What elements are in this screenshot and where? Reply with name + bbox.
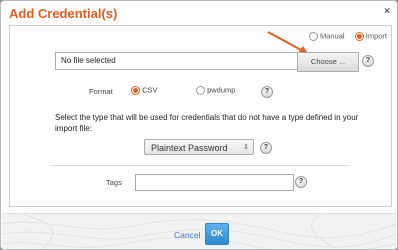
csv-label: CSV bbox=[142, 85, 158, 95]
credential-type-select[interactable]: Plaintext Password ⇕ bbox=[144, 139, 254, 155]
type-help-icon[interactable]: ? bbox=[260, 142, 272, 154]
cancel-button[interactable]: Cancel bbox=[174, 230, 200, 240]
credential-type-value: Plaintext Password bbox=[151, 143, 228, 153]
credential-type-description: Select the type that will be used for cr… bbox=[55, 113, 359, 133]
file-help-icon[interactable]: ? bbox=[362, 55, 374, 67]
tags-help-icon[interactable]: ? bbox=[295, 176, 307, 188]
tags-label: Tags bbox=[106, 178, 122, 187]
format-option-csv[interactable]: CSV bbox=[131, 85, 158, 95]
format-help-icon[interactable]: ? bbox=[261, 86, 273, 98]
select-caret-icon: ⇕ bbox=[243, 144, 249, 151]
import-label: Import bbox=[365, 31, 387, 41]
dialog-title: Add Credential(s) bbox=[9, 6, 118, 21]
ok-button[interactable]: OK bbox=[205, 223, 229, 245]
tags-input[interactable] bbox=[135, 174, 294, 191]
add-credentials-dialog: Add Credential(s) × Manual Import No fil… bbox=[0, 0, 398, 250]
choose-file-button[interactable]: Choose ... bbox=[297, 52, 359, 72]
format-label: Format bbox=[89, 87, 113, 96]
pwdump-label: pwdump bbox=[207, 85, 236, 95]
close-icon[interactable]: × bbox=[384, 6, 390, 17]
file-path-field[interactable]: No file selected bbox=[55, 52, 299, 70]
manual-label: Manual bbox=[319, 31, 345, 41]
csv-radio-icon[interactable] bbox=[131, 85, 140, 95]
section-divider bbox=[50, 165, 350, 166]
import-radio-icon[interactable] bbox=[354, 31, 364, 41]
dialog-content: Manual Import No file selected Choose ..… bbox=[9, 25, 392, 207]
mode-option-import[interactable]: Import bbox=[354, 31, 387, 41]
format-option-pwdump[interactable]: pwdump bbox=[196, 85, 235, 95]
pwdump-radio-icon[interactable] bbox=[196, 85, 205, 95]
